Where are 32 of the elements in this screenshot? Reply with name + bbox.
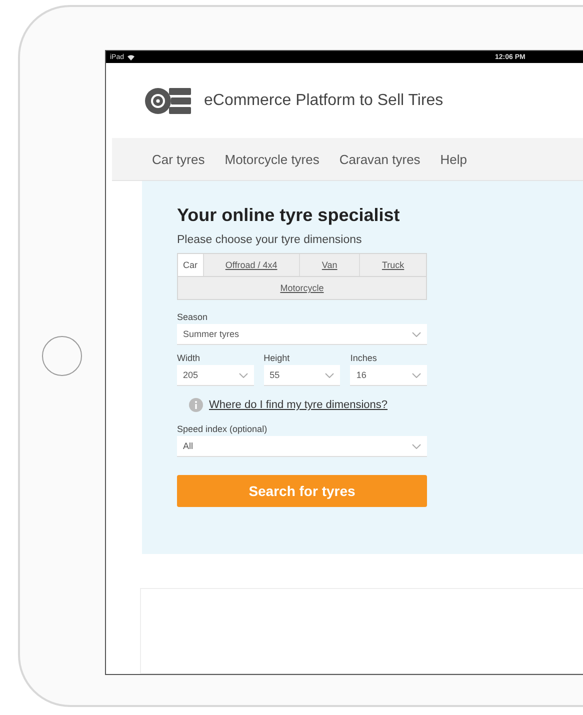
nav-link[interactable]: Help: [440, 152, 468, 166]
vehicle-tab[interactable]: Offroad / 4x4: [204, 254, 300, 276]
panel-title: Your online tyre specialist: [177, 205, 401, 226]
field-label: Height: [264, 353, 291, 363]
dimension-select[interactable]: 205: [177, 365, 254, 386]
chevron-down-icon: [412, 332, 421, 336]
season-select[interactable]: Summer tyres: [177, 324, 427, 345]
field-label: Inches: [350, 353, 378, 363]
info-icon: [189, 398, 203, 412]
speed-index-select[interactable]: All: [177, 436, 427, 457]
dimension-select[interactable]: 16: [350, 365, 428, 386]
chevron-down-icon: [412, 444, 421, 448]
help-link[interactable]: Where do I find my tyre dimensions?: [209, 399, 388, 411]
dimension-select[interactable]: 55: [264, 365, 340, 386]
vehicle-tab[interactable]: Van: [300, 254, 360, 276]
field-label: Width: [177, 353, 202, 363]
vehicle-tab[interactable]: Motorcycle: [178, 277, 426, 299]
nav-link[interactable]: Motorcycle tyres: [224, 152, 320, 166]
vehicle-tab[interactable]: Truck: [360, 254, 426, 276]
panel-subtitle: Please choose your tyre dimensions: [177, 234, 363, 246]
nav-link[interactable]: Caravan tyres: [339, 152, 420, 166]
nav-link[interactable]: Car tyres: [152, 152, 205, 166]
chevron-down-icon: [238, 372, 248, 378]
chevron-down-icon: [325, 372, 334, 378]
chevron-down-icon: [412, 372, 422, 378]
field-label: Season: [177, 312, 209, 322]
field-label: Speed index (optional): [177, 424, 268, 434]
home-button[interactable]: [42, 336, 82, 376]
tire-logo-icon: [144, 86, 192, 116]
site-title: eCommerce Platform to Sell Tires: [204, 92, 444, 110]
vehicle-tab[interactable]: Car: [178, 254, 204, 276]
wifi-icon: [127, 54, 136, 60]
